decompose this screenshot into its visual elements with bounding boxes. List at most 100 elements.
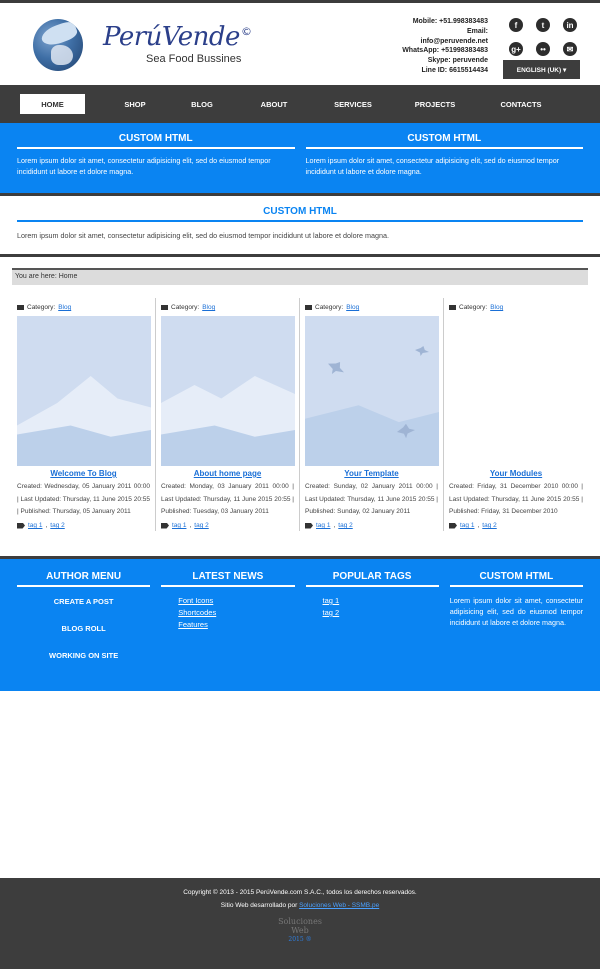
breadcrumb: You are here: Home: [12, 268, 588, 285]
footer-custom-title: CUSTOM HTML: [449, 571, 583, 587]
custom-html-module: CUSTOM HTML Lorem ipsum dolor sit amet, …: [17, 133, 295, 193]
article-meta: Created: Sunday, 02 January 2011 00:00 |…: [305, 483, 438, 515]
category-label: Category:: [315, 304, 344, 311]
tag-icon: [305, 522, 313, 529]
divider: [0, 254, 600, 257]
menu-create-post[interactable]: CREATE A POST: [17, 595, 150, 622]
category-label: Category:: [171, 304, 200, 311]
contact-skype: Skype: peruvende: [427, 57, 488, 65]
contact-whatsapp: WhatsApp: +51998383483: [402, 47, 488, 55]
category-link[interactable]: Blog: [58, 304, 71, 311]
logo-tagline: Sea Food Bussines: [146, 53, 242, 65]
custom-html-module: CUSTOM HTML Lorem ipsum dolor sit amet, …: [305, 133, 583, 193]
nav-services[interactable]: SERVICES: [321, 100, 385, 109]
flickr-icon[interactable]: ••: [536, 42, 550, 56]
footer-custom-text: Lorem ipsum dolor sit amet, consectetur …: [449, 596, 583, 627]
category-link[interactable]: Blog: [490, 304, 503, 311]
popular-tag-link[interactable]: tag 2: [323, 608, 340, 617]
folder-icon: [17, 305, 24, 310]
tag-icon: [449, 522, 457, 529]
logo-globe-icon[interactable]: [33, 19, 83, 71]
contact-email-label: Email:: [466, 27, 488, 35]
tag-link[interactable]: tag 1: [172, 522, 186, 529]
main-nav: HOME SHOP BLOG ABOUT SERVICES PROJECTS C…: [0, 85, 600, 123]
article-tags: tag 1, tag 2: [161, 522, 294, 529]
facebook-icon[interactable]: f: [509, 18, 523, 32]
category-label: Category:: [27, 304, 56, 311]
popular-tag-link[interactable]: tag 1: [323, 596, 340, 605]
nav-contacts[interactable]: CONTACTS: [489, 100, 553, 109]
article-title-link[interactable]: About home page: [194, 469, 262, 478]
article-category: Category: Blog: [161, 304, 294, 311]
article-tags: tag 1, tag 2: [305, 522, 438, 529]
nav-blog[interactable]: BLOG: [177, 100, 227, 109]
tag-icon: [161, 522, 169, 529]
footer-custom-html: CUSTOM HTML Lorem ipsum dolor sit amet, …: [449, 571, 583, 691]
module-title: CUSTOM HTML: [17, 133, 295, 149]
article-tags: tag 1, tag 2: [449, 522, 583, 529]
module-text: Lorem ipsum dolor sit amet, consectetur …: [17, 156, 271, 176]
contact-email[interactable]: info@peruvende.net: [402, 37, 489, 47]
nav-shop[interactable]: SHOP: [111, 100, 159, 109]
article-card: Category: Blog About home page Created: …: [156, 298, 300, 531]
article-image[interactable]: [449, 316, 583, 466]
tag-link[interactable]: tag 2: [194, 522, 208, 529]
article-image[interactable]: [17, 316, 151, 466]
tag-link[interactable]: tag 2: [50, 522, 64, 529]
wide-custom-html-module: CUSTOM HTML Lorem ipsum dolor sit amet, …: [0, 196, 600, 254]
article-title-link[interactable]: Welcome To Blog: [50, 469, 116, 478]
popular-tags: POPULAR TAGS tag 1 tag 2: [305, 571, 439, 691]
category-label: Category:: [459, 304, 488, 311]
article-meta: Created: Wednesday, 05 January 2011 00:0…: [17, 483, 150, 515]
tag-link[interactable]: tag 2: [338, 522, 352, 529]
category-link[interactable]: Blog: [346, 304, 359, 311]
tag-link[interactable]: tag 1: [28, 522, 42, 529]
module-title: CUSTOM HTML: [305, 133, 583, 149]
news-link[interactable]: Features: [178, 620, 208, 629]
menu-working-on-site[interactable]: WORKING ON SITE: [17, 649, 150, 676]
mail-icon[interactable]: ✉: [563, 42, 577, 56]
developer-logo-line1: Soluciones: [278, 917, 322, 926]
article-meta: Created: Monday, 03 January 2011 00:00 |…: [161, 483, 294, 515]
linkedin-icon[interactable]: in: [563, 18, 577, 32]
top-modules: CUSTOM HTML Lorem ipsum dolor sit amet, …: [0, 123, 600, 193]
credit-prefix: Sitio Web desarrollado por: [220, 902, 298, 909]
latest-news: LATEST NEWS Font Icons Shortcodes Featur…: [161, 571, 295, 691]
contact-mobile: Mobile: +51.998383483: [412, 18, 488, 25]
tag-link[interactable]: tag 1: [460, 522, 474, 529]
article-tags: tag 1, tag 2: [17, 522, 150, 529]
article-category: Category: Blog: [305, 304, 438, 311]
module-text: Lorem ipsum dolor sit amet, consectetur …: [17, 231, 389, 240]
credit-link[interactable]: Soluciones Web - SSMB.pe: [299, 902, 379, 909]
news-link[interactable]: Shortcodes: [178, 608, 216, 617]
article-meta: Created: Friday, 31 December 2010 00:00 …: [449, 483, 583, 515]
tag-link[interactable]: tag 1: [316, 522, 330, 529]
article-image[interactable]: [161, 316, 295, 466]
nav-about[interactable]: ABOUT: [247, 100, 301, 109]
copyright-footer: Copyright © 2013 - 2015 PerúVende.com S.…: [0, 878, 600, 969]
folder-icon: [449, 305, 456, 310]
article-title-link[interactable]: Your Modules: [490, 469, 542, 478]
tag-link[interactable]: tag 2: [482, 522, 496, 529]
nav-home[interactable]: HOME: [20, 94, 85, 114]
google-plus-icon[interactable]: g+: [509, 42, 523, 56]
news-link[interactable]: Font Icons: [178, 596, 213, 605]
logo-title[interactable]: PerúVende: [103, 22, 240, 52]
header: PerúVende © Sea Food Bussines Mobile: +5…: [0, 3, 600, 85]
social-links: f t in g+ •• ✉: [509, 18, 579, 56]
footer-modules: AUTHOR MENU CREATE A POST BLOG ROLL WORK…: [0, 556, 600, 691]
developer-logo[interactable]: Soluciones Web 2015 ®: [265, 917, 335, 944]
folder-icon: [161, 305, 168, 310]
tag-icon: [17, 522, 25, 529]
nav-projects[interactable]: PROJECTS: [403, 100, 467, 109]
menu-blog-roll[interactable]: BLOG ROLL: [17, 622, 150, 649]
popular-tags-title: POPULAR TAGS: [305, 571, 439, 587]
article-category: Category: Blog: [17, 304, 150, 311]
article-title-link[interactable]: Your Template: [344, 469, 398, 478]
category-link[interactable]: Blog: [202, 304, 215, 311]
contact-info: Mobile: +51.998383483 Email: info@peruve…: [402, 17, 488, 76]
author-menu: AUTHOR MENU CREATE A POST BLOG ROLL WORK…: [17, 571, 151, 691]
article-image[interactable]: [305, 316, 439, 466]
tumblr-icon[interactable]: t: [536, 18, 550, 32]
language-select[interactable]: ENGLISH (UK) ▾: [503, 60, 580, 79]
